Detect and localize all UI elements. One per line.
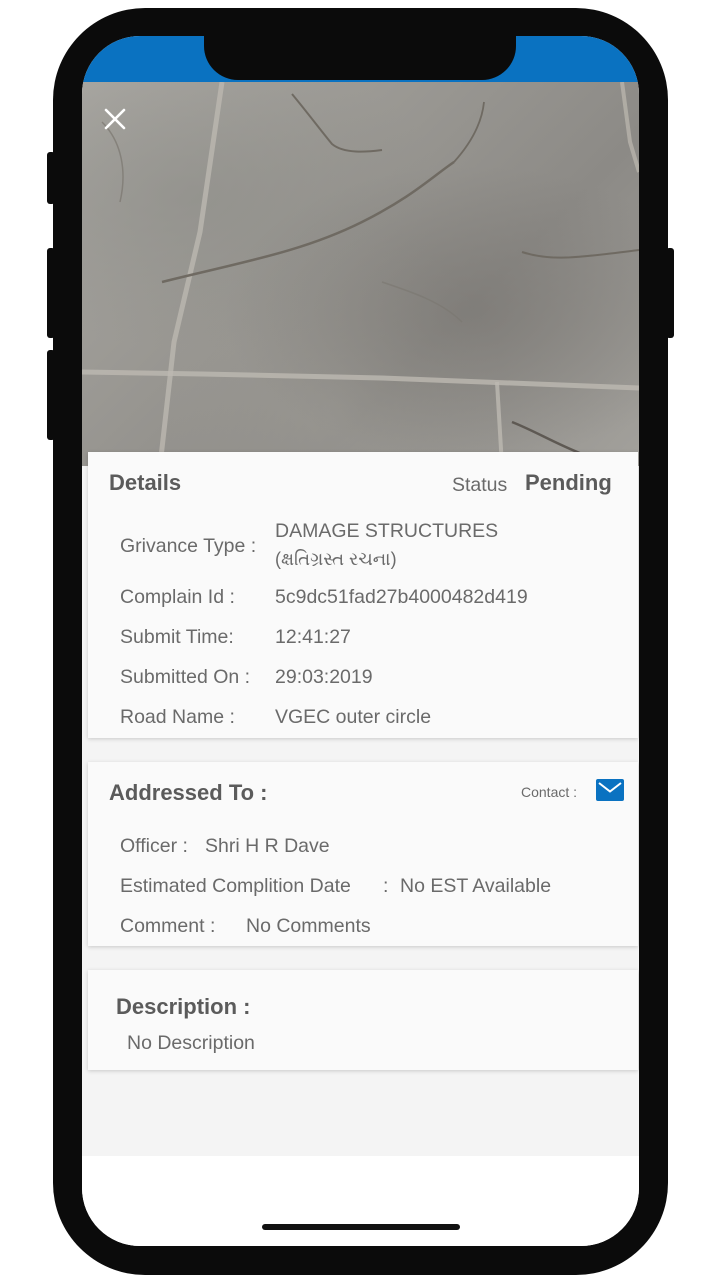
grievance-type-row: Grivance Type :	[120, 535, 256, 558]
officer-label: Officer :	[120, 835, 188, 857]
mail-icon[interactable]	[596, 779, 624, 801]
status-label: Status	[452, 474, 508, 496]
grievance-type-value: DAMAGE STRUCTURES	[275, 520, 499, 542]
close-icon[interactable]	[104, 108, 126, 130]
description-value: No Description	[127, 1032, 255, 1054]
details-title: Details	[109, 470, 182, 495]
phone-notch	[204, 36, 516, 80]
description-card: Description : No Description	[88, 970, 638, 1070]
app-screen: Details Status Pending Grivance Type : D…	[82, 36, 639, 1246]
phone-volume-up	[47, 248, 55, 338]
road-name-label: Road Name :	[120, 706, 235, 728]
estimated-date-value: No EST Available	[400, 875, 552, 897]
addressed-to-title: Addressed To :	[109, 780, 268, 805]
complain-id-value: 5c9dc51fad27b4000482d419	[275, 586, 528, 608]
phone-power-button	[666, 248, 674, 338]
comment-label: Comment :	[120, 915, 216, 937]
complaint-photo	[82, 82, 639, 466]
phone-mute-switch	[47, 152, 55, 204]
submit-time-value: 12:41:27	[275, 626, 351, 648]
grievance-type-label: Grivance Type :	[120, 535, 257, 557]
officer-value: Shri H R Dave	[205, 835, 330, 857]
contact-label: Contact :	[521, 784, 578, 800]
status-badge: Pending	[525, 470, 612, 495]
comment-value: No Comments	[246, 915, 371, 937]
submit-time-label: Submit Time:	[120, 626, 234, 648]
description-title: Description :	[116, 994, 251, 1019]
addressed-to-card: Addressed To : Contact : Officer : Shri …	[88, 762, 638, 946]
estimated-date-separator: :	[383, 875, 389, 897]
submitted-on-value: 29:03:2019	[275, 666, 373, 688]
pavement-texture	[82, 82, 639, 466]
grievance-type-value-gujarati: (ક્ષતિગ્રસ્ત રચના)	[275, 549, 397, 569]
submitted-on-label: Submitted On :	[120, 666, 251, 688]
details-card: Details Status Pending Grivance Type : D…	[88, 452, 638, 738]
complain-id-label: Complain Id :	[120, 586, 235, 608]
phone-volume-down	[47, 350, 55, 440]
home-indicator[interactable]	[262, 1224, 460, 1230]
bottom-area	[82, 1156, 639, 1246]
road-name-value: VGEC outer circle	[275, 706, 432, 728]
estimated-date-label: Estimated Complition Date	[120, 875, 351, 897]
